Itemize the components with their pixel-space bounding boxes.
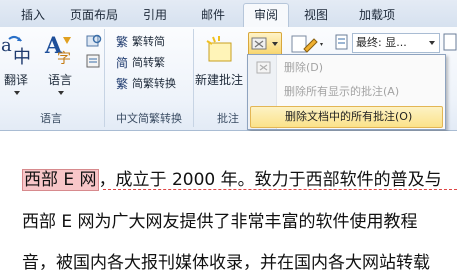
delete-dropdown-icon [272, 42, 278, 46]
display-for-review-value: 最终: 显... [356, 36, 407, 49]
tab-mailings[interactable]: 邮件 [196, 4, 230, 26]
svg-text:字: 字 [57, 51, 71, 67]
commented-text[interactable]: 西部 E 网 [22, 169, 99, 191]
menu-item-delete-all-shown[interactable]: 删除所有显示的批注(A) [250, 82, 443, 102]
delete-comment-split-button[interactable] [248, 32, 282, 56]
line1-text: ，成立于 2000 年。致力于西部软件的普及与 [98, 170, 442, 190]
language-group-label: 语言 [40, 112, 62, 125]
track-changes-icon [291, 35, 323, 53]
track-changes-icon-button[interactable] [290, 33, 330, 55]
comments-group-label: 批注 [217, 112, 239, 125]
markup-icon[interactable] [334, 33, 350, 51]
language-button[interactable]: A 字 语言 [40, 31, 80, 101]
new-comment-label: 新建批注 [195, 73, 244, 87]
display-for-review-select[interactable]: 最终: 显... [352, 33, 440, 53]
conversion-icon: 繁 [116, 76, 128, 90]
svg-text:繁: 繁 [116, 34, 128, 48]
traditional-to-simplified-icon: 繁 [116, 34, 128, 48]
delete-comment-icon [251, 37, 267, 50]
new-comment-icon [206, 36, 232, 62]
select-chevron-down-icon [429, 41, 435, 45]
menu-item-delete-all-shown-label: 删除所有显示的批注(A) [284, 85, 400, 98]
svg-text:简: 简 [116, 56, 128, 69]
group-separator [104, 29, 105, 127]
tab-references[interactable]: 引用 [138, 4, 172, 26]
ribbon-tab-strip: 插入 页面布局 引用 邮件 审阅 视图 加载项 [0, 0, 457, 29]
to-traditional-label: 简转繁 [132, 56, 165, 69]
reviewing-pane-icon[interactable] [442, 31, 457, 53]
translate-dropdown-icon [14, 91, 20, 95]
document-line-1: 西部 E 网，成立于 2000 年。致力于西部软件的普及与 [22, 165, 442, 191]
pane-icon [443, 33, 457, 51]
svg-text:繁: 繁 [116, 76, 128, 90]
chinese-conversion-label: 简繁转换 [132, 77, 176, 90]
document-line-3: 音，被国内各大报刊媒体收录，并在国内各大网站转载 [22, 253, 430, 273]
chinese-conversion-button[interactable]: 繁简繁转换 [116, 76, 176, 92]
document-line-2: 西部 E 网为广大网友提供了非常丰富的软件使用教程 [22, 212, 418, 232]
menu-item-delete-label: 删除(D) [284, 61, 324, 74]
tab-review[interactable]: 审阅 [243, 3, 289, 29]
translate-button[interactable]: a 中 翻译 [0, 31, 36, 101]
delete-comments-menu: 删除(D) 删除所有显示的批注(A) 删除文档中的所有批注(O) [247, 54, 446, 130]
menu-item-delete-all-in-document[interactable]: 删除文档中的所有批注(O) [250, 106, 443, 128]
language-label: 语言 [48, 73, 73, 87]
to-simplified-label: 繁转简 [132, 35, 165, 48]
group-separator [193, 29, 194, 127]
svg-text:中: 中 [13, 47, 31, 67]
delete-comment-icon [256, 61, 271, 74]
comment-connector-line [103, 189, 457, 190]
small-icon-right-mid[interactable] [86, 53, 102, 69]
new-comment-button[interactable]: 新建批注 [195, 31, 247, 101]
tab-page-layout[interactable]: 页面布局 [62, 4, 126, 26]
translate-label: 翻译 [4, 73, 29, 87]
research-icon [86, 34, 102, 47]
menu-item-delete-all-in-document-label: 删除文档中的所有批注(O) [285, 110, 413, 123]
simplified-to-traditional-icon: 简 [116, 56, 128, 69]
menu-item-delete[interactable]: 删除(D) [250, 58, 443, 78]
show-markup-icon [335, 34, 348, 50]
document-area[interactable]: 西部 E 网，成立于 2000 年。致力于西部软件的普及与 西部 E 网为广大网… [0, 131, 457, 273]
tab-addins[interactable]: 加载项 [352, 4, 402, 26]
small-icon-right-top[interactable] [86, 33, 102, 49]
to-simplified-button[interactable]: 繁繁转简 [116, 34, 165, 50]
chinese-conversion-group-label: 中文简繁转换 [116, 112, 182, 125]
translate-icon: a 中 [1, 35, 31, 67]
language-icon: A 字 [44, 33, 71, 67]
tab-view[interactable]: 视图 [299, 4, 333, 26]
tab-insert[interactable]: 插入 [16, 4, 50, 26]
thesaurus-icon [86, 54, 100, 68]
language-dropdown-icon [58, 91, 64, 95]
to-traditional-button[interactable]: 简简转繁 [116, 55, 165, 71]
